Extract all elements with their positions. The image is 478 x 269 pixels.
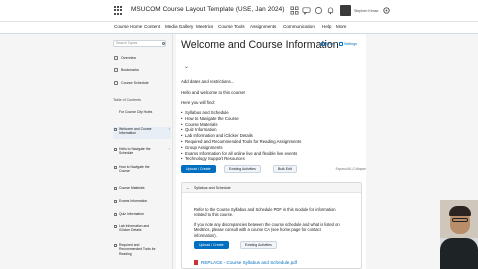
overview-icon [114,56,118,60]
sidebar-item-label: Quiz Information [119,212,144,216]
existing-activities-button[interactable]: Existing Activities [240,241,277,249]
module-icon [114,148,117,151]
nav-more[interactable]: More [336,24,346,29]
upload-create-button[interactable]: Upload / Create [194,241,229,249]
settings-label: Settings [344,42,357,46]
gear-icon [339,42,343,46]
module-icon [114,213,117,216]
sidebar-link-label: Overview [121,56,136,60]
sidebar-link-bookmarks[interactable]: Bookmarks [114,68,139,72]
apps-grid-icon[interactable] [114,6,123,15]
printer-icon [321,42,325,46]
syllabus-module: ⌄ Syllabus and Schedule Refer to the Cou… [181,182,362,269]
add-dates-link[interactable]: Add dates and restrictions... [181,79,234,84]
sidebar-item-label: Hello to Navigate the Schedule [119,147,151,156]
settings-button[interactable]: Settings [339,42,357,46]
syllabus-file-link[interactable]: REPLACE - Course Syllabus and Schedule.p… [194,260,297,265]
print-label: Print [326,42,334,46]
gear-icon[interactable] [382,6,391,15]
chat-icon[interactable] [314,6,323,15]
main-content: Welcome and Course Information ⌄ Print S… [176,34,370,269]
sidebar-item[interactable]: Required and Recommended Tools for Readi… [113,243,171,263]
pdf-icon [194,260,198,265]
presenter-hair [449,206,471,216]
module-icon [114,187,117,190]
nav-assignments[interactable]: Assignments [250,24,276,29]
course-title[interactable]: MSUCOM Course Layout Template (USE, Jan … [131,6,285,13]
presenter-glasses [452,218,468,222]
module-icon [114,200,117,203]
sidebar-item-label: Lab Information and iClicker Details [119,224,150,233]
chevron-down-icon[interactable]: ⌄ [184,63,189,70]
list-item: Technology Support Resources [181,156,301,162]
upload-create-button[interactable]: Upload / Create [181,165,216,173]
user-name: Stephen Kimac [354,8,379,13]
sidebar-item[interactable]: Lab Information and iClicker Details [113,224,171,236]
chevron-right-icon: › [168,126,170,131]
module-note: If you note any discrepancies between th… [194,222,340,238]
chevron-down-icon[interactable]: ⌄ [186,185,189,190]
expand-collapse-links[interactable]: Expand All | Collapse All [336,167,370,171]
existing-activities-button[interactable]: Existing Activities [224,165,261,173]
content-sidebar: Search Topics Overview Bookmarks Course … [110,34,173,269]
page-title: Welcome and Course Information [181,39,339,51]
nav-help[interactable]: Help [322,24,331,29]
presenter-video [440,200,478,269]
table-of-contents-heading: Table of Contents [113,98,141,102]
sidebar-item-label: Course Materials [119,186,145,190]
sidebar-link-label: Course Schedule [121,81,149,85]
avatar [340,5,351,16]
content-toolbar: Upload / Create Existing Activities Bulk… [181,165,370,174]
user-menu[interactable]: Stephen Kimac [340,5,378,16]
sidebar-link-overview[interactable]: Overview [114,56,136,60]
sidebar-link-label: Bookmarks [121,68,139,72]
nav-meetrics[interactable]: Meetrics [196,24,213,29]
nav-media-gallery[interactable]: Media Gallery [165,24,193,29]
nav-bar: Course Home Content Media Gallery Meetri… [0,22,478,34]
calendar-icon [114,81,118,85]
nav-content[interactable]: Content [144,24,160,29]
bell-icon[interactable] [326,6,335,15]
bulk-edit-button[interactable]: Bulk Edit [273,165,297,173]
nav-communication[interactable]: Communication [283,24,315,29]
nav-course-home[interactable]: Course Home [114,24,142,29]
module-icon [114,244,117,247]
module-description: Refer to the Course Syllabus and Schedul… [194,207,336,218]
sidebar-item[interactable]: Quiz Information [113,212,171,218]
welcome-text: Hello and welcome to this course! [181,90,246,95]
module-title: Syllabus and Schedule [194,186,231,190]
top-bar: MSUCOM Course Layout Template (USE, Jan … [0,0,478,22]
sidebar-item-label: For Course City Holes [119,110,153,114]
sidebar-item[interactable]: Hello to Navigate the Schedule › [113,146,171,159]
topic-list: Syllabus and Schedule How to Navigate th… [181,110,301,162]
sidebar-item-label: Required and Recommended Tools for Readi… [119,243,156,256]
sidebar-item-label: Welcome and Course Information [119,127,152,136]
file-label: REPLACE - Course Syllabus and Schedule.p… [201,260,298,265]
presenter-shirt [440,238,478,269]
search-input[interactable]: Search Topics [113,40,166,47]
sidebar-item-label: Exams Information [119,199,148,203]
message-icon[interactable] [302,6,311,15]
sidebar-item[interactable]: How to Navigate the Course [113,165,171,177]
search-icon[interactable] [162,42,165,45]
module-icon [114,166,117,169]
module-header[interactable]: ⌄ Syllabus and Schedule [182,183,361,193]
print-button[interactable]: Print [321,42,333,46]
sidebar-item-welcome[interactable]: Welcome and Course Information › [113,126,171,139]
sidebar-item-label: How to Navigate the Course [119,165,150,174]
chevron-right-icon: › [168,146,170,151]
module-icon [114,225,117,228]
module-icon [114,128,117,131]
nav-course-tools[interactable]: Course Tools [218,24,245,29]
sidebar-link-schedule[interactable]: Course Schedule [114,81,149,85]
sidebar-item[interactable]: Exams Information [113,199,171,205]
grid-apps-icon[interactable] [290,6,299,15]
find-text: Here you will find: [181,100,215,105]
sidebar-item[interactable]: Course Materials [113,186,171,192]
sidebar-item[interactable]: For Course City Holes [113,110,171,120]
bookmark-icon [114,68,118,72]
